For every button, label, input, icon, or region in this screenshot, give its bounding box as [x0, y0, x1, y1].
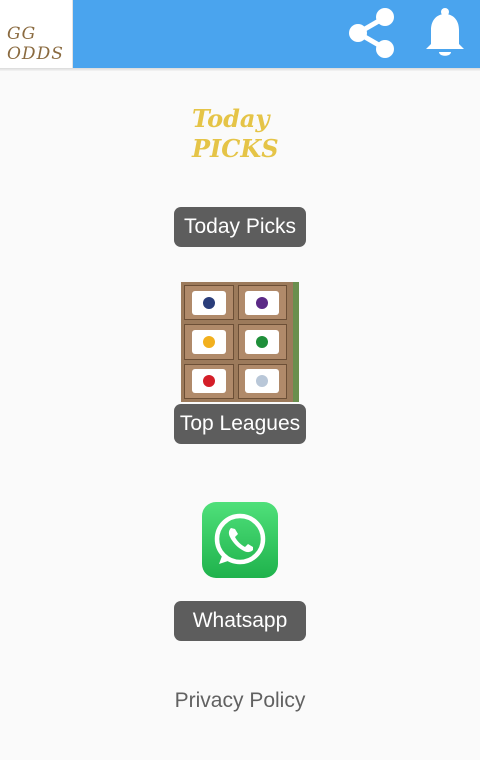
app-logo[interactable]: GG ODDS — [0, 0, 73, 68]
bell-icon — [426, 8, 464, 56]
league-tile — [184, 363, 234, 399]
app-header: GG ODDS — [0, 0, 480, 68]
logo-line-2: ODDS — [7, 44, 64, 64]
share-icon — [349, 8, 394, 58]
privacy-policy-link[interactable]: Privacy Policy — [0, 689, 480, 713]
league-tile — [237, 324, 287, 360]
notifications-button[interactable] — [420, 6, 470, 60]
logo-line-1: GG — [7, 24, 37, 44]
whatsapp-icon[interactable] — [202, 502, 278, 578]
league-tile — [184, 285, 234, 321]
league-tile — [237, 285, 287, 321]
top-leagues-image[interactable] — [181, 282, 299, 402]
share-button[interactable] — [344, 6, 400, 60]
header-divider — [0, 68, 480, 71]
whatsapp-button[interactable]: Whatsapp — [174, 601, 306, 641]
today-picks-image[interactable]: Today PICKS — [192, 104, 288, 166]
today-picks-button[interactable]: Today Picks — [174, 207, 306, 247]
whatsapp-logo — [214, 513, 266, 565]
league-tile — [237, 363, 287, 399]
league-tile — [184, 324, 234, 360]
top-leagues-button[interactable]: Top Leagues — [174, 404, 306, 444]
today-image-line-2: PICKS — [192, 134, 279, 163]
today-image-line-1: Today — [192, 104, 270, 133]
